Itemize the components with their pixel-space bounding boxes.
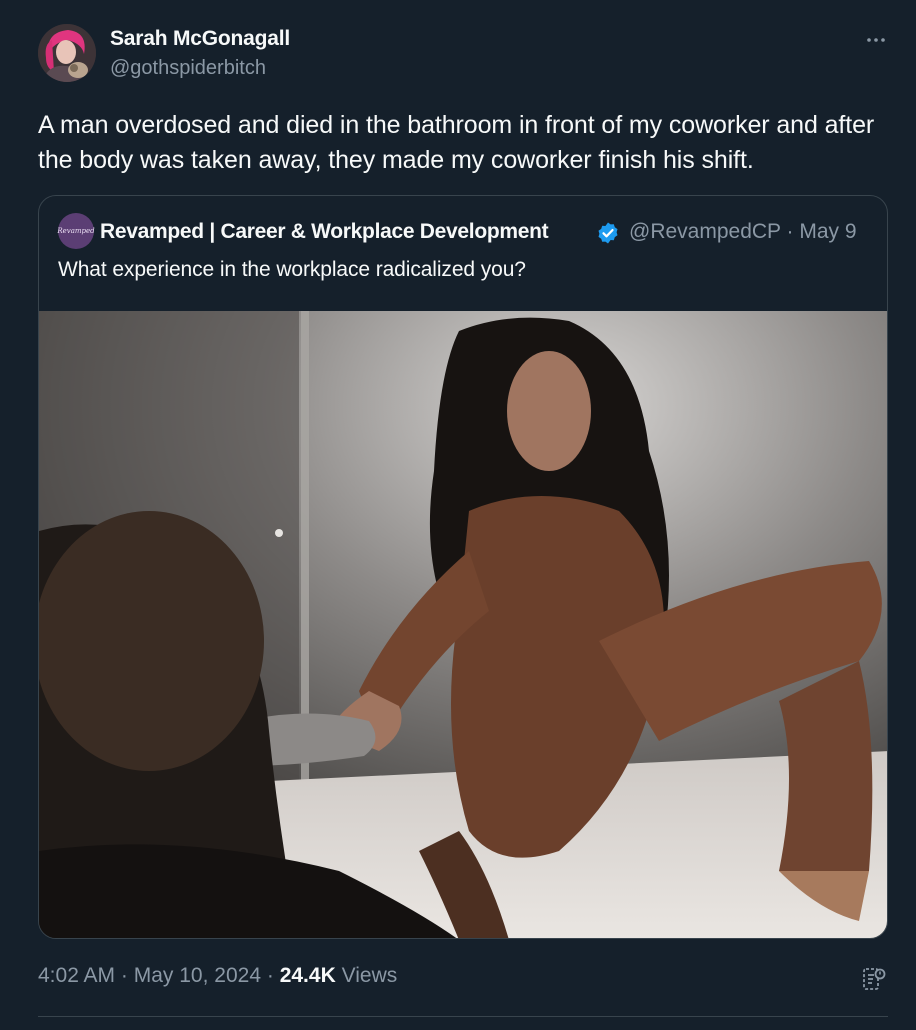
media-image [39, 311, 887, 938]
more-options-button[interactable] [858, 22, 894, 58]
analytics-button[interactable] [856, 962, 892, 996]
views-label: Views [341, 964, 398, 987]
tweet-text: A man overdosed and died in the bathroom… [38, 111, 875, 174]
author-display-name[interactable]: Sarah McGonagall [110, 27, 290, 51]
tweet-time[interactable]: 4:02 AM [38, 964, 115, 987]
quoted-tweet[interactable]: Revamped Revamped | Career & Workplace D… [38, 195, 888, 939]
quoted-avatar-logo-text: Revamped [57, 227, 95, 235]
footer-separator: · [120, 964, 128, 987]
divider [38, 1016, 888, 1017]
tweet-date[interactable]: May 10, 2024 [134, 964, 261, 987]
quoted-author-avatar[interactable]: Revamped [57, 213, 95, 249]
quoted-tweet-text: What experience in the workplace radical… [58, 258, 526, 281]
quoted-tweet-date[interactable]: May 9 [799, 220, 856, 243]
more-horizontal-icon [867, 38, 885, 42]
analytics-icon [863, 968, 886, 990]
views-count: 24.4K [279, 964, 336, 987]
author-handle[interactable]: @gothspiderbitch [110, 57, 266, 80]
author-avatar[interactable] [38, 24, 96, 82]
quoted-author-display-name[interactable]: Revamped | Career & Workplace Developmen… [100, 220, 549, 244]
verified-badge-icon [598, 222, 618, 244]
quoted-tweet-media[interactable] [39, 311, 887, 938]
tweet-footer: 4:02 AM · May 10, 2024 · 24.4K Views [38, 964, 397, 988]
footer-separator: · [266, 964, 274, 987]
meta-separator: · [786, 220, 794, 243]
quoted-meta: @RevampedCP · May 9 [629, 220, 857, 244]
tweet: Sarah McGonagall @gothspiderbitch A man … [0, 0, 916, 1030]
quoted-author-handle[interactable]: @RevampedCP [629, 220, 781, 243]
avatar-image [38, 24, 96, 82]
